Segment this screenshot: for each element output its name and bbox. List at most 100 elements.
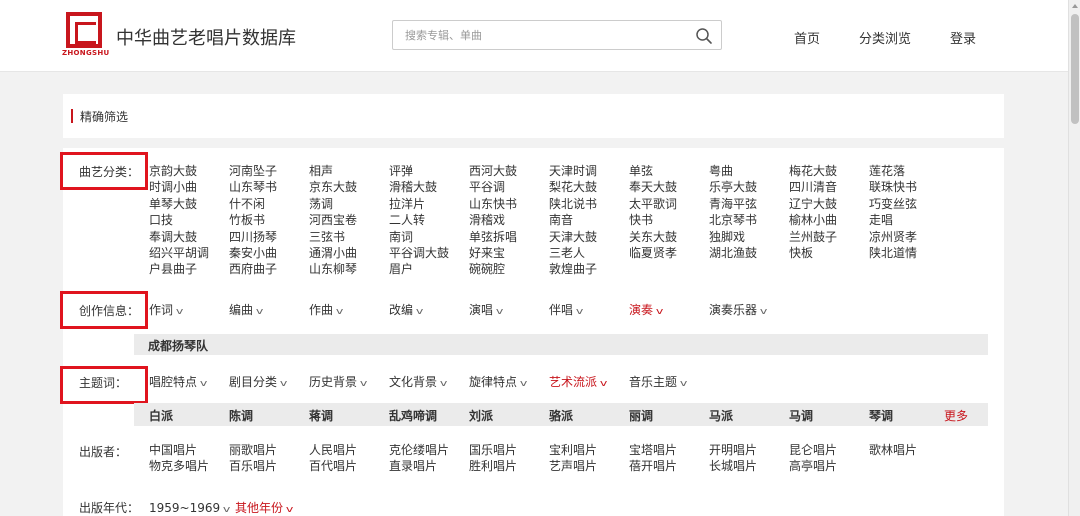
genre-item[interactable]: 独脚戏 xyxy=(709,229,745,245)
publisher-item[interactable]: 中国唱片 xyxy=(149,442,197,458)
publisher-item[interactable]: 物克多唱片 xyxy=(149,458,209,474)
genre-item[interactable]: 北京琴书 xyxy=(709,212,757,228)
genre-item[interactable]: 京韵大鼓 xyxy=(149,163,197,179)
publisher-item[interactable]: 丽歌唱片 xyxy=(229,442,277,458)
publisher-item[interactable]: 歌林唱片 xyxy=(869,442,917,458)
genre-item[interactable]: 碗碗腔 xyxy=(469,261,505,277)
genre-item[interactable]: 青海平弦 xyxy=(709,196,757,212)
publisher-item[interactable]: 蓓开唱片 xyxy=(629,458,677,474)
genre-item[interactable]: 滑稽戏 xyxy=(469,212,505,228)
genre-item[interactable]: 湖北渔鼓 xyxy=(709,245,757,261)
scroll-thumb[interactable] xyxy=(1071,14,1079,124)
genre-item[interactable]: 平谷调 xyxy=(469,179,505,195)
genre-item[interactable]: 西河大鼓 xyxy=(469,163,517,179)
genre-item[interactable]: 四川清音 xyxy=(789,179,837,195)
school-item[interactable]: 蒋调 xyxy=(309,407,333,424)
genre-item[interactable]: 天津大鼓 xyxy=(549,229,597,245)
publisher-item[interactable]: 开明唱片 xyxy=(709,442,757,458)
genre-item[interactable]: 三弦书 xyxy=(309,229,345,245)
genre-item[interactable]: 走唱 xyxy=(869,212,893,228)
genre-item[interactable]: 什不闲 xyxy=(229,196,265,212)
school-item[interactable]: 陈调 xyxy=(229,407,253,424)
genre-item[interactable]: 兰州鼓子 xyxy=(789,229,837,245)
theme-filter-dropdown[interactable]: 历史背景 v xyxy=(309,374,367,392)
genre-item[interactable]: 单琴大鼓 xyxy=(149,196,197,212)
genre-item[interactable]: 单弦拆唱 xyxy=(469,229,517,245)
creation-filter-dropdown[interactable]: 编曲 v xyxy=(229,302,263,320)
publisher-item[interactable]: 胜利唱片 xyxy=(469,458,517,474)
school-item[interactable]: 骆派 xyxy=(549,407,573,424)
publisher-item[interactable]: 国乐唱片 xyxy=(469,442,517,458)
genre-item[interactable]: 滑稽大鼓 xyxy=(389,179,437,195)
site-logo[interactable]: ZHONGSHU xyxy=(62,12,109,57)
genre-item[interactable]: 山东柳琴 xyxy=(309,261,357,277)
publisher-item[interactable]: 百乐唱片 xyxy=(229,458,277,474)
theme-filter-dropdown[interactable]: 文化背景 v xyxy=(389,374,447,392)
genre-item[interactable]: 莲花落 xyxy=(869,163,905,179)
genre-item[interactable]: 敦煌曲子 xyxy=(549,261,597,277)
genre-item[interactable]: 奉天大鼓 xyxy=(629,179,677,195)
genre-item[interactable]: 二人转 xyxy=(389,212,425,228)
genre-item[interactable]: 眉户 xyxy=(389,261,413,277)
genre-item[interactable]: 太平歌词 xyxy=(629,196,677,212)
theme-filter-dropdown[interactable]: 旋律特点 v xyxy=(469,374,527,392)
genre-item[interactable]: 荡调 xyxy=(309,196,333,212)
theme-filter-dropdown[interactable]: 艺术流派 v xyxy=(549,374,607,392)
school-item[interactable]: 马调 xyxy=(789,407,813,424)
school-item[interactable]: 琴调 xyxy=(869,407,893,424)
genre-item[interactable]: 西府曲子 xyxy=(229,261,277,277)
genre-item[interactable]: 拉洋片 xyxy=(389,196,425,212)
genre-item[interactable]: 河西宝卷 xyxy=(309,212,357,228)
creation-filter-dropdown[interactable]: 作词 v xyxy=(149,302,183,320)
creation-selected-value[interactable]: 成都扬琴队 xyxy=(148,337,208,354)
creation-filter-dropdown[interactable]: 改编 v xyxy=(389,302,423,320)
genre-item[interactable]: 临夏贤孝 xyxy=(629,245,677,261)
genre-item[interactable]: 口技 xyxy=(149,212,173,228)
publisher-item[interactable]: 人民唱片 xyxy=(309,442,357,458)
genre-item[interactable]: 绍兴平胡调 xyxy=(149,245,209,261)
creation-filter-dropdown[interactable]: 演奏 v xyxy=(629,302,663,320)
genre-item[interactable]: 竹板书 xyxy=(229,212,265,228)
publisher-item[interactable]: 高亭唱片 xyxy=(789,458,837,474)
genre-item[interactable]: 户县曲子 xyxy=(149,261,197,277)
genre-item[interactable]: 三老人 xyxy=(549,245,585,261)
genre-item[interactable]: 陕北道情 xyxy=(869,245,917,261)
genre-item[interactable]: 通渭小曲 xyxy=(309,245,357,261)
more-link[interactable]: 更多 xyxy=(944,407,968,424)
genre-item[interactable]: 粤曲 xyxy=(709,163,733,179)
genre-item[interactable]: 联珠快书 xyxy=(869,179,917,195)
publisher-item[interactable]: 直录唱片 xyxy=(389,458,437,474)
nav-home[interactable]: 首页 xyxy=(794,28,820,47)
publisher-item[interactable]: 百代唱片 xyxy=(309,458,357,474)
genre-item[interactable]: 山东琴书 xyxy=(229,179,277,195)
nav-login[interactable]: 登录 xyxy=(950,28,976,47)
theme-filter-dropdown[interactable]: 唱腔特点 v xyxy=(149,374,207,392)
genre-item[interactable]: 凉州贤孝 xyxy=(869,229,917,245)
nav-browse[interactable]: 分类浏览 xyxy=(859,28,911,47)
publisher-item[interactable]: 克伦缕唱片 xyxy=(389,442,449,458)
genre-item[interactable]: 南音 xyxy=(549,212,573,228)
publisher-item[interactable]: 长城唱片 xyxy=(709,458,757,474)
search-icon[interactable] xyxy=(695,27,713,45)
genre-item[interactable]: 辽宁大鼓 xyxy=(789,196,837,212)
publisher-item[interactable]: 昆仑唱片 xyxy=(789,442,837,458)
genre-item[interactable]: 南词 xyxy=(389,229,413,245)
genre-item[interactable]: 快书 xyxy=(629,212,653,228)
school-item[interactable]: 乱鸡啼调 xyxy=(389,407,437,424)
search-input[interactable] xyxy=(405,27,685,45)
genre-item[interactable]: 巧变丝弦 xyxy=(869,196,917,212)
other-years-select[interactable]: 其他年份 v xyxy=(235,500,293,516)
genre-item[interactable]: 山东快书 xyxy=(469,196,517,212)
genre-item[interactable]: 京东大鼓 xyxy=(309,179,357,195)
genre-item[interactable]: 秦安小曲 xyxy=(229,245,277,261)
school-item[interactable]: 马派 xyxy=(709,407,733,424)
year-select[interactable]: 1959~1969 v xyxy=(149,500,231,516)
creation-filter-dropdown[interactable]: 演唱 v xyxy=(469,302,503,320)
genre-item[interactable]: 时调小曲 xyxy=(149,179,197,195)
school-item[interactable]: 白派 xyxy=(149,407,173,424)
genre-item[interactable]: 平谷调大鼓 xyxy=(389,245,449,261)
genre-item[interactable]: 乐亭大鼓 xyxy=(709,179,757,195)
genre-item[interactable]: 好来宝 xyxy=(469,245,505,261)
genre-item[interactable]: 天津时调 xyxy=(549,163,597,179)
publisher-item[interactable]: 艺声唱片 xyxy=(549,458,597,474)
